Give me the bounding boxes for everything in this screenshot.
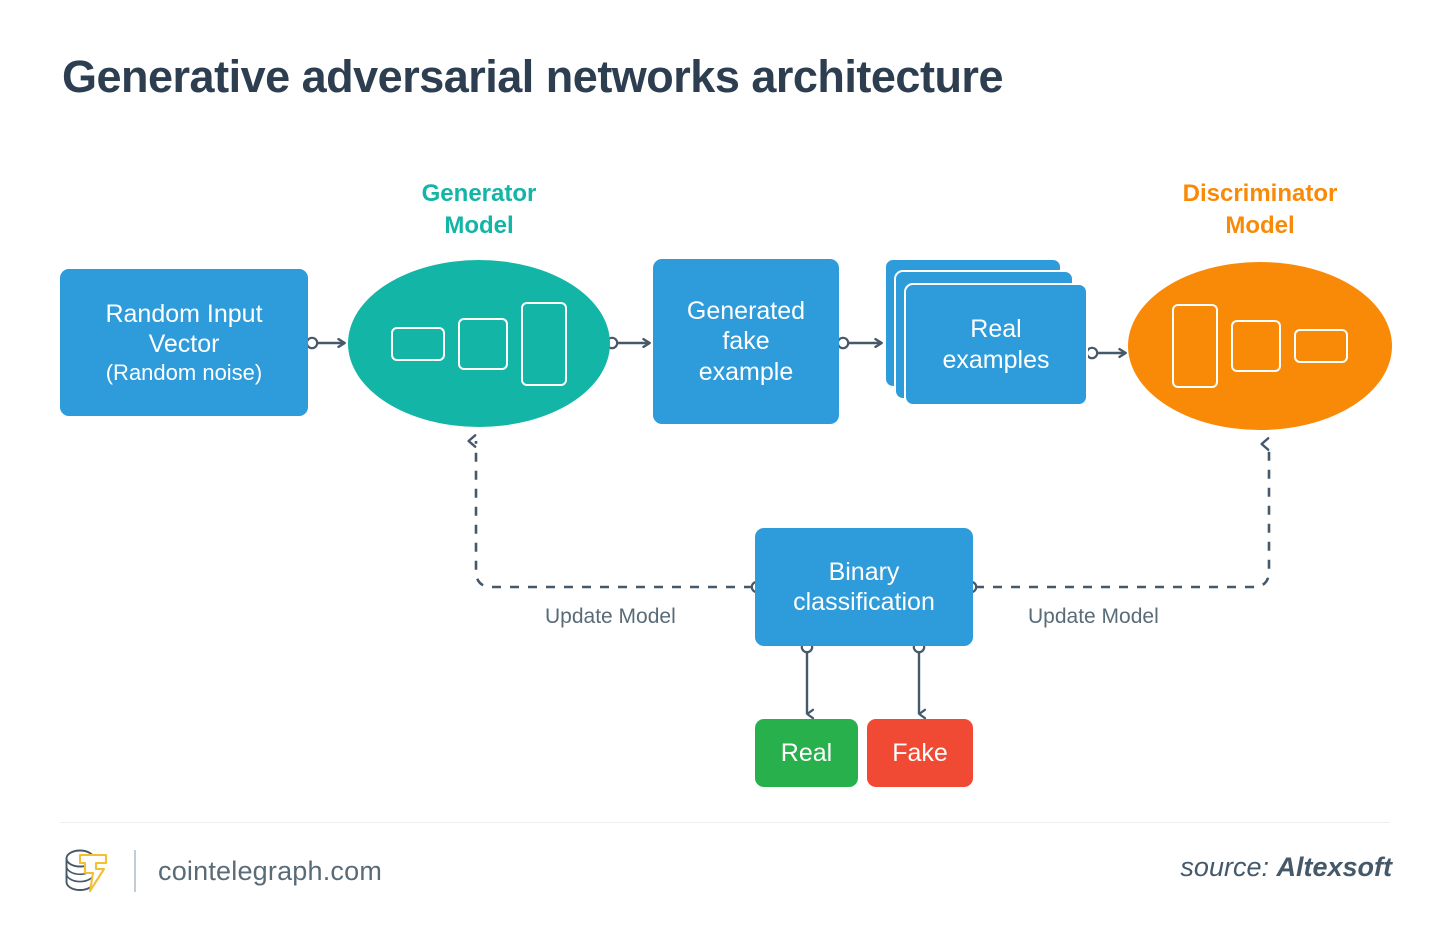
generator-layer-rect-large (521, 301, 567, 386)
real-examples-line-2: examples (942, 345, 1050, 374)
node-binary-classification[interactable]: Binary classification (755, 528, 973, 646)
page-title: Generative adversarial networks architec… (62, 51, 1003, 102)
real-examples-line-1: Real (970, 315, 1022, 343)
node-generator-model[interactable] (348, 260, 610, 427)
real-examples-card-front: Real examples (904, 283, 1088, 406)
random-input-line-1: Random Input (105, 299, 263, 328)
footer-divider (60, 822, 1390, 823)
source-name: Altexsoft (1276, 852, 1392, 882)
generated-fake-line-2: fake (722, 327, 770, 356)
discriminator-layer-rect-small (1294, 329, 1348, 363)
node-random-input-vector[interactable]: Random Input Vector (Random noise) (60, 269, 308, 416)
edge-binary-to-fake (912, 640, 927, 720)
generator-layer-group (391, 301, 567, 386)
discriminator-model-label: Discriminator Model (1182, 180, 1338, 240)
source-prefix: source: (1180, 852, 1269, 882)
binary-classification-line-1: Binary (828, 557, 900, 586)
generator-layer-rect-medium (458, 317, 508, 370)
brand-separator (134, 850, 136, 892)
connector-layer (305, 336, 1271, 720)
node-discriminator-model[interactable] (1128, 262, 1392, 430)
discriminator-layer-rect-medium (1231, 320, 1281, 372)
footer-brand: cointelegraph.com (60, 840, 382, 902)
random-input-line-2: Vector (148, 330, 220, 359)
node-real-outcome[interactable]: Real (755, 719, 858, 787)
node-real-examples[interactable]: Real examples (884, 258, 1088, 406)
update-model-label-left: Update Model (545, 605, 676, 628)
binary-classification-line-2: classification (793, 588, 935, 616)
node-generated-fake-example[interactable]: Generated fake example (653, 259, 839, 424)
generated-fake-line-1: Generated (686, 296, 806, 325)
diagram-canvas: Generative adversarial networks architec… (0, 0, 1450, 949)
generator-model-label: Generator Model (421, 180, 537, 240)
update-model-label-right: Update Model (1028, 605, 1159, 628)
discriminator-layer-rect-large (1172, 304, 1218, 388)
source-credit: source: Altexsoft (1180, 852, 1392, 883)
edge-binary-to-real (800, 640, 815, 720)
cointelegraph-coin-bolt-icon (65, 849, 108, 893)
edge-discriminator-update-dashed (964, 437, 1271, 594)
node-fake-outcome[interactable]: Fake (867, 719, 973, 787)
edge-generator-to-fake (605, 336, 651, 350)
random-input-line-3: (Random noise) (105, 359, 263, 385)
discriminator-layer-group (1172, 304, 1348, 388)
generator-layer-rect-small (391, 326, 445, 361)
edge-generator-update-dashed (467, 434, 764, 594)
edge-input-to-generator (305, 336, 346, 350)
edge-real-examples-to-discriminator (1085, 346, 1127, 360)
edge-fake-to-real-examples (836, 336, 883, 350)
generated-fake-line-3: example (698, 357, 794, 386)
brand-name: cointelegraph.com (158, 855, 383, 886)
